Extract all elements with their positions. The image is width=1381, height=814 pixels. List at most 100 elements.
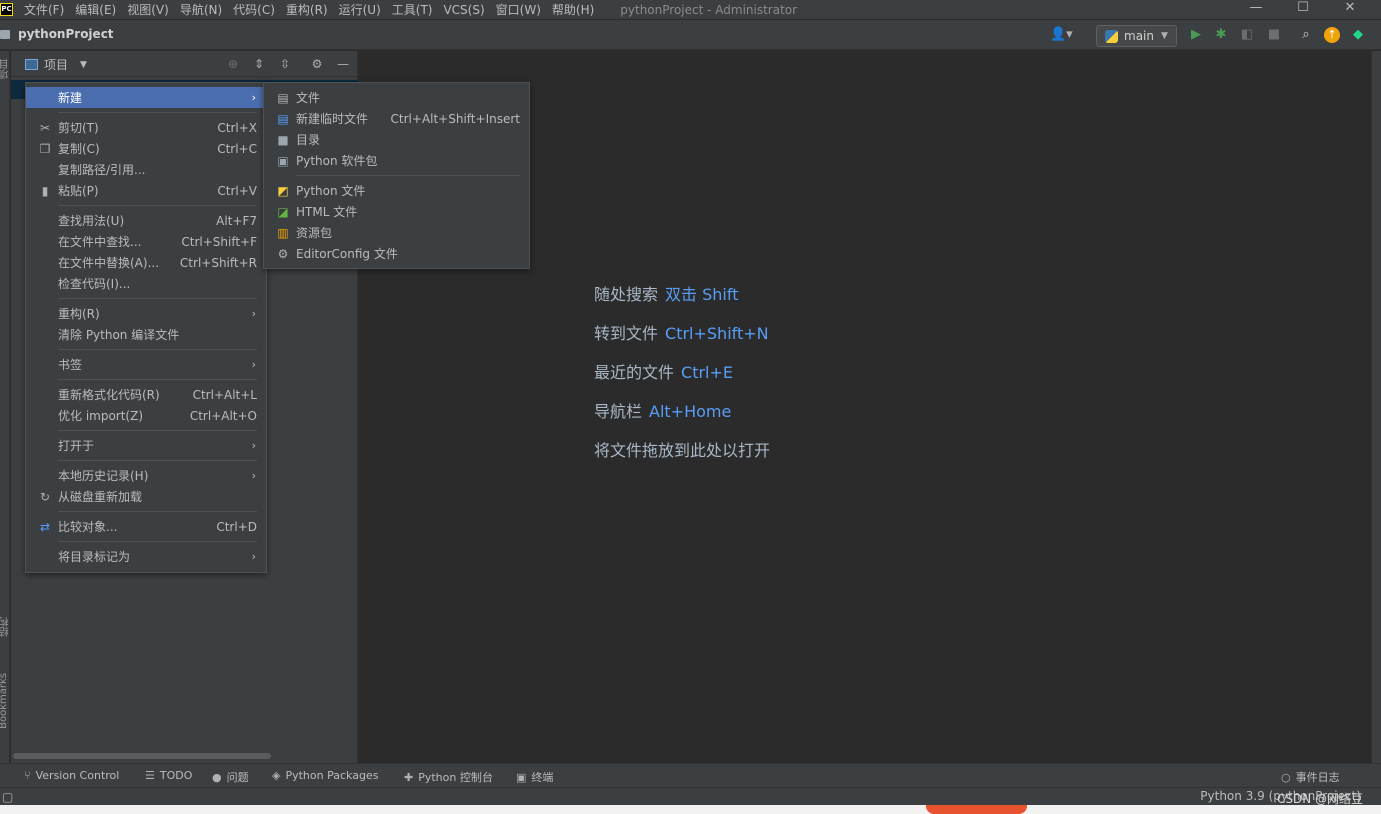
menu-item-clean-python-compiled[interactable]: 清除 Python 编译文件: [26, 324, 266, 345]
menu-separator: [296, 175, 520, 176]
menu-item-copy-path[interactable]: 复制路径/引用...: [26, 159, 266, 180]
python-packages-tab[interactable]: ◈ Python Packages: [272, 769, 378, 782]
stop-icon[interactable]: ■: [1266, 27, 1282, 43]
panel-toggle-icon[interactable]: ▢: [2, 790, 13, 804]
menu-item-label: 从磁盘重新加载: [58, 490, 143, 504]
coverage-icon[interactable]: ◧: [1239, 27, 1255, 43]
menu-item-reload-from-disk[interactable]: ↻ 从磁盘重新加载: [26, 486, 266, 507]
menu-view[interactable]: 视图(V): [127, 1, 169, 18]
stripe-bookmarks-tab[interactable]: Bookmarks: [0, 673, 9, 729]
submenu-item-resource-bundle[interactable]: ▥ 资源包: [264, 222, 529, 243]
menu-item-label: 本地历史记录(H): [58, 469, 149, 483]
version-control-tab[interactable]: ⑂ Version Control: [24, 769, 119, 782]
menu-file[interactable]: 文件(F): [24, 1, 64, 18]
menu-item-optimize-imports[interactable]: 优化 import(Z) Ctrl+Alt+O: [26, 405, 266, 426]
submenu-item-editorconfig-file[interactable]: ⚙ EditorConfig 文件: [264, 243, 529, 264]
menu-item-label: 打开于: [58, 439, 95, 453]
run-icon[interactable]: ▶: [1188, 27, 1204, 43]
hint-key: Ctrl+Shift+N: [665, 324, 769, 343]
chevron-down-icon: ▼: [80, 59, 87, 70]
menu-item-reformat-code[interactable]: 重新格式化代码(R) Ctrl+Alt+L: [26, 384, 266, 405]
paste-icon: ▮: [41, 183, 49, 198]
terminal-tab[interactable]: ▣ 终端: [516, 769, 553, 785]
menu-item-refactor[interactable]: 重构(R) ›: [26, 303, 266, 324]
underlying-button: [926, 805, 1027, 814]
menu-item-compare-with[interactable]: ⇄ 比较对象... Ctrl+D: [26, 516, 266, 537]
debug-icon[interactable]: ✱: [1213, 27, 1229, 43]
package-icon: ▣: [277, 153, 289, 168]
update-icon[interactable]: ↑: [1324, 27, 1340, 43]
python-console-tab[interactable]: ✚ Python 控制台: [404, 769, 493, 785]
menu-window[interactable]: 窗口(W): [496, 1, 541, 18]
user-icon[interactable]: 👤▾: [1050, 27, 1073, 42]
menu-item-label: Python 文件: [296, 184, 366, 198]
breadcrumb-project[interactable]: pythonProject: [18, 27, 114, 41]
submenu-item-directory[interactable]: ■ 目录: [264, 129, 529, 150]
chevron-right-icon: ›: [251, 307, 256, 320]
menu-item-find-usages[interactable]: 查找用法(U) Alt+F7: [26, 210, 266, 231]
menu-item-label: 将目录标记为: [58, 550, 131, 564]
chevron-down-icon: ▼: [1160, 31, 1168, 41]
menu-item-label: 查找用法(U): [58, 214, 125, 228]
tab-label: TODO: [159, 769, 193, 782]
menu-item-paste[interactable]: ▮ 粘贴(P) Ctrl+V: [26, 180, 266, 201]
menu-item-label: 优化 import(Z): [58, 409, 144, 423]
menu-item-local-history[interactable]: 本地历史记录(H) ›: [26, 465, 266, 486]
search-icon[interactable]: ⌕: [1298, 27, 1314, 43]
plugin-icon[interactable]: ◆: [1350, 27, 1366, 43]
submenu-item-python-file[interactable]: ◩ Python 文件: [264, 180, 529, 201]
menu-navigate[interactable]: 导航(N): [180, 1, 222, 18]
resource-bundle-icon: ▥: [277, 225, 289, 240]
locate-icon[interactable]: ⊕: [225, 56, 241, 72]
close-window-button[interactable]: ✕: [1327, 0, 1373, 19]
menu-item-label: 检查代码(I)...: [58, 277, 131, 291]
menu-edit[interactable]: 编辑(E): [75, 1, 116, 18]
window-title: pythonProject - Administrator: [620, 2, 798, 17]
menu-run[interactable]: 运行(U): [339, 1, 381, 18]
menu-help[interactable]: 帮助(H): [552, 1, 594, 18]
list-icon: ☰: [145, 769, 155, 782]
chevron-right-icon: ›: [251, 91, 256, 104]
menu-separator: [58, 112, 257, 113]
hint-label: 随处搜索: [594, 285, 659, 304]
menu-tools[interactable]: 工具(T): [392, 1, 433, 18]
horizontal-scrollbar[interactable]: [13, 753, 271, 759]
menu-item-replace-in-files[interactable]: 在文件中替换(A)... Ctrl+Shift+R: [26, 252, 266, 273]
submenu-item-scratch-file[interactable]: ▤ 新建临时文件 Ctrl+Alt+Shift+Insert: [264, 108, 529, 129]
menu-vcs[interactable]: VCS(S): [443, 3, 484, 17]
menu-item-new[interactable]: 新建 ›: [26, 87, 266, 108]
gear-icon[interactable]: ⚙: [309, 56, 325, 72]
project-panel-title: 项目: [44, 58, 69, 72]
menu-item-inspect-code[interactable]: 检查代码(I)...: [26, 273, 266, 294]
menu-item-shortcut: Ctrl+Alt+L: [192, 387, 257, 402]
menu-refactor[interactable]: 重构(R): [286, 1, 328, 18]
tab-label: Python 控制台: [418, 771, 493, 784]
menu-item-copy[interactable]: ❐ 复制(C) Ctrl+C: [26, 138, 266, 159]
maximize-button[interactable]: ☐: [1280, 0, 1326, 19]
submenu-item-file[interactable]: ▤ 文件: [264, 87, 529, 108]
menu-code[interactable]: 代码(C): [233, 1, 275, 18]
menu-item-label: 复制路径/引用...: [58, 163, 146, 177]
hide-panel-icon[interactable]: —: [335, 56, 351, 72]
problems-tab[interactable]: ● 问题: [212, 769, 249, 785]
run-config-selector[interactable]: main ▼: [1096, 25, 1177, 47]
collapse-all-icon[interactable]: ⇳: [277, 56, 293, 72]
menu-item-label: 目录: [296, 133, 321, 147]
todo-tab[interactable]: ☰ TODO: [145, 769, 192, 782]
menu-item-open-in[interactable]: 打开于 ›: [26, 435, 266, 456]
menu-item-bookmarks[interactable]: 书签 ›: [26, 354, 266, 375]
expand-all-icon[interactable]: ⇕: [251, 56, 267, 72]
menu-item-mark-directory-as[interactable]: 将目录标记为 ›: [26, 546, 266, 567]
menu-item-shortcut: Ctrl+Shift+R: [179, 255, 257, 270]
submenu-item-python-package[interactable]: ▣ Python 软件包: [264, 150, 529, 171]
menu-item-label: 文件: [296, 91, 321, 105]
menu-item-label: HTML 文件: [296, 205, 358, 219]
project-view-selector[interactable]: 项目 ▼: [25, 56, 87, 73]
event-log-tab[interactable]: ○ 事件日志: [1281, 769, 1340, 785]
menu-item-cut[interactable]: ✂ 剪切(T) Ctrl+X: [26, 117, 266, 138]
minimize-button[interactable]: —: [1233, 0, 1279, 19]
tab-label: 问题: [226, 771, 249, 784]
submenu-item-html-file[interactable]: ◪ HTML 文件: [264, 201, 529, 222]
menu-item-find-in-files[interactable]: 在文件中查找... Ctrl+Shift+F: [26, 231, 266, 252]
menu-item-shortcut: Ctrl+D: [216, 519, 257, 534]
